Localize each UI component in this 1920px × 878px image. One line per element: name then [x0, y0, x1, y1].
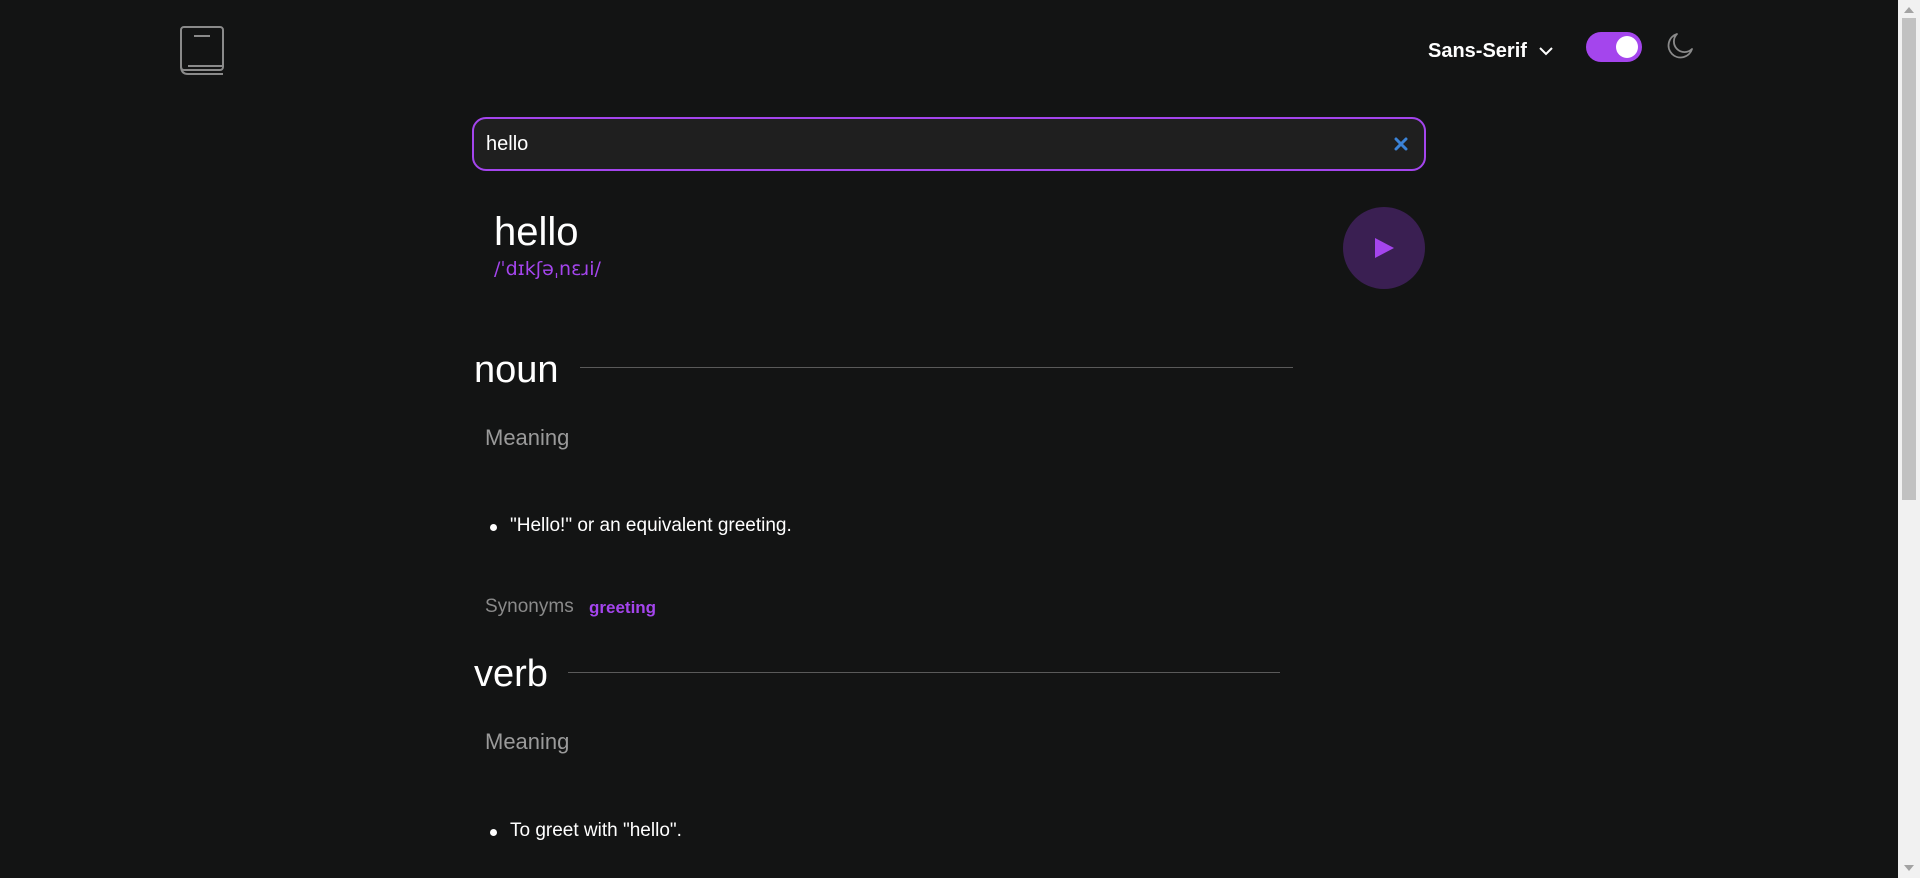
- toggle-knob: [1616, 36, 1638, 58]
- part-of-speech-verb: verb: [474, 653, 548, 695]
- search-box: [472, 117, 1426, 171]
- meaning-label: Meaning: [485, 729, 570, 754]
- book-icon[interactable]: [180, 26, 224, 76]
- meaning-label: Meaning: [485, 425, 570, 450]
- definition-item: "Hello!" or an equivalent greeting.: [490, 515, 792, 536]
- chevron-down-icon: [1539, 46, 1553, 55]
- divider-line: [568, 672, 1280, 673]
- page: Sans-Serif hello /ˈdɪkʃəˌnɛɹi/ noun Mean…: [0, 0, 1920, 878]
- word-title: hello: [494, 210, 579, 254]
- part-of-speech-noun: noun: [474, 349, 559, 391]
- phonetic-text: /ˈdɪkʃəˌnɛɹi/: [494, 258, 601, 280]
- scrollbar[interactable]: [1898, 0, 1920, 878]
- font-selector[interactable]: Sans-Serif: [1428, 36, 1553, 66]
- close-icon: [1394, 137, 1408, 151]
- search-input[interactable]: [474, 119, 1386, 169]
- synonym-link[interactable]: greeting: [589, 596, 656, 619]
- play-icon: [1375, 238, 1394, 258]
- synonyms-label: Synonyms: [485, 596, 574, 617]
- definition-item: To greet with "hello".: [490, 820, 682, 841]
- scroll-down-arrow[interactable]: [1898, 860, 1920, 876]
- moon-icon[interactable]: [1666, 32, 1694, 60]
- clear-search-button[interactable]: [1386, 129, 1416, 159]
- scroll-up-arrow[interactable]: [1898, 2, 1920, 18]
- divider-line: [580, 367, 1293, 368]
- theme-toggle[interactable]: [1586, 32, 1642, 62]
- scroll-thumb[interactable]: [1902, 18, 1916, 500]
- font-selector-label: Sans-Serif: [1428, 39, 1527, 62]
- play-pronunciation-button[interactable]: [1343, 207, 1425, 289]
